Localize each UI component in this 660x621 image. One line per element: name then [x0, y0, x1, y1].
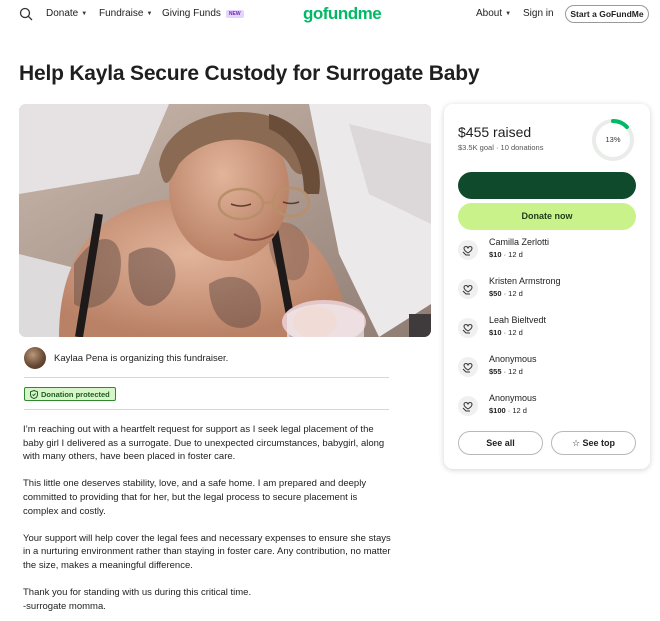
- nav-fundraise-label: Fundraise: [99, 8, 144, 19]
- donation-value: $55: [489, 367, 502, 376]
- nav-about-label: About: [476, 8, 503, 19]
- hands-heart-icon: [458, 318, 478, 338]
- nav-donate[interactable]: Donate ▼: [46, 8, 87, 19]
- avatar[interactable]: [24, 347, 46, 369]
- top-nav: Donate ▼ Fundraise ▼ Giving Funds NEW go…: [0, 0, 660, 30]
- organizer-text: Kaylaa Pena is organizing this fundraise…: [54, 352, 229, 364]
- donation-time: · 12 d: [501, 289, 523, 298]
- donation-time: · 12 d: [501, 367, 523, 376]
- donation-item: Anonymous $100 · 12 d: [458, 392, 638, 420]
- nav-signin[interactable]: Sign in: [523, 8, 554, 19]
- hands-heart-icon: [458, 396, 478, 416]
- donation-amount: $50 · 12 d: [489, 289, 523, 298]
- story-paragraph: Thank you for standing with us during th…: [23, 587, 252, 599]
- donation-amount: $100 · 12 d: [489, 406, 527, 415]
- nav-fundraise[interactable]: Fundraise ▼: [99, 8, 152, 19]
- hands-heart-icon: [458, 279, 478, 299]
- donate-now-button[interactable]: Donate now: [458, 203, 636, 230]
- story-paragraph: I’m reaching out with a heartfelt reques…: [23, 424, 385, 463]
- star-icon: ☆: [571, 438, 581, 448]
- donor-name: Anonymous: [489, 393, 537, 403]
- progress-ring: 13%: [590, 117, 636, 163]
- donation-amount: $10 · 12 d: [489, 250, 523, 259]
- story-paragraph: This little one deserves stability, love…: [23, 478, 367, 517]
- donation-amount: $55 · 12 d: [489, 367, 523, 376]
- donation-time: · 12 d: [501, 328, 523, 337]
- see-all-button[interactable]: See all: [458, 431, 543, 455]
- protected-label: Donation protected: [41, 389, 110, 399]
- nav-about[interactable]: About ▼: [476, 8, 511, 19]
- start-gofundme-button[interactable]: Start a GoFundMe: [565, 5, 649, 23]
- donor-name: Kristen Armstrong: [489, 276, 561, 286]
- nav-giving-funds-label: Giving Funds: [162, 8, 221, 19]
- see-top-label: See top: [582, 438, 616, 448]
- amount-raised: $455 raised: [458, 124, 532, 140]
- goal-info: $3.5K goal · 10 donations: [458, 143, 544, 152]
- hands-heart-icon: [458, 357, 478, 377]
- nav-donate-label: Donate: [46, 8, 79, 19]
- hands-heart-icon: [458, 240, 478, 260]
- nav-giving-funds[interactable]: Giving Funds NEW: [162, 8, 244, 19]
- see-top-button[interactable]: ☆ See top: [551, 431, 636, 455]
- gofundme-logo[interactable]: gofundme: [303, 4, 382, 24]
- chevron-down-icon: ▼: [505, 10, 512, 17]
- donation-time: · 12 d: [505, 406, 527, 415]
- donation-item: Kristen Armstrong $50 · 12 d: [458, 275, 638, 303]
- donor-name: Leah Bieltvedt: [489, 315, 547, 325]
- hero-photo[interactable]: [19, 104, 431, 337]
- donation-value: $10: [489, 250, 502, 259]
- chevron-down-icon: ▼: [81, 10, 88, 17]
- nav-signin-label: Sign in: [523, 8, 554, 19]
- donation-value: $10: [489, 328, 502, 337]
- new-badge: NEW: [225, 9, 244, 18]
- story-signoff: -surrogate momma.: [23, 600, 106, 612]
- donation-item: Leah Bieltvedt $10 · 12 d: [458, 314, 638, 342]
- donation-value: $100: [489, 406, 506, 415]
- story-paragraph: Your support will help cover the legal f…: [23, 532, 391, 571]
- donor-name: Anonymous: [489, 354, 537, 364]
- divider: [24, 377, 389, 378]
- donation-card: $455 raised $3.5K goal · 10 donations 13…: [444, 104, 650, 469]
- donation-item: Anonymous $55 · 12 d: [458, 353, 638, 381]
- page-title: Help Kayla Secure Custody for Surrogate …: [19, 62, 480, 85]
- story-text: I’m reaching out with a heartfelt reques…: [23, 423, 393, 613]
- chevron-down-icon: ▼: [146, 10, 153, 17]
- donation-protected-badge[interactable]: Donation protected: [24, 387, 116, 401]
- progress-percent: 13%: [605, 135, 621, 144]
- shield-icon: [30, 389, 38, 399]
- donation-amount: $10 · 12 d: [489, 328, 523, 337]
- donation-item: Camilla Zerlotti $10 · 12 d: [458, 236, 638, 264]
- search-icon[interactable]: [19, 7, 33, 21]
- donor-name: Camilla Zerlotti: [489, 237, 550, 247]
- donation-time: · 12 d: [501, 250, 523, 259]
- divider: [24, 409, 389, 410]
- share-button[interactable]: Share: [458, 172, 636, 199]
- donation-value: $50: [489, 289, 502, 298]
- organizer-row: Kaylaa Pena is organizing this fundraise…: [24, 347, 228, 369]
